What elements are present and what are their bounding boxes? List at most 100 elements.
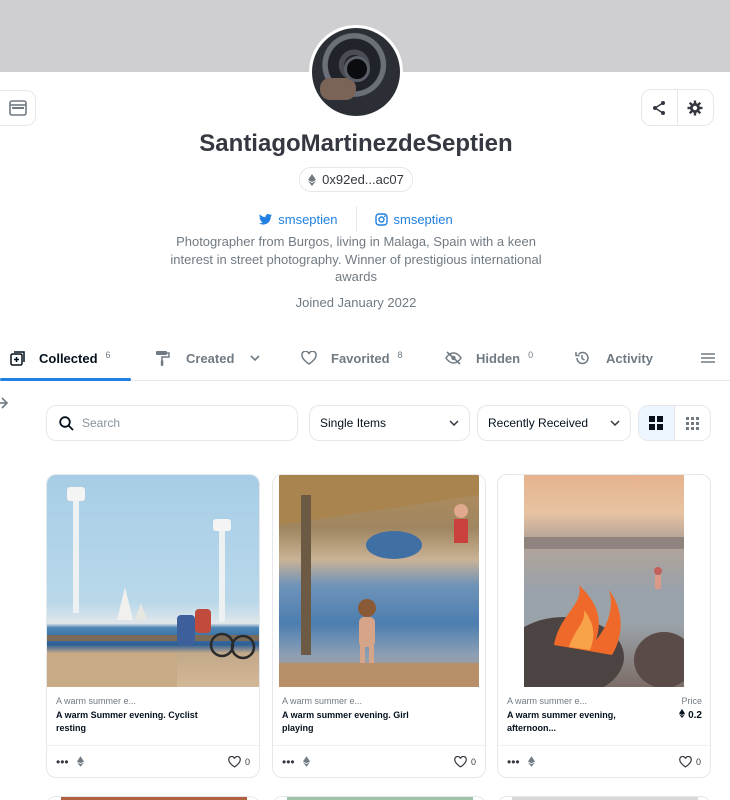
share-button[interactable] (642, 90, 678, 125)
more-options-icon[interactable]: ••• (56, 755, 69, 769)
nft-image (47, 475, 259, 687)
small-grid-button[interactable] (675, 406, 711, 440)
favorite-count: 0 (244, 756, 250, 767)
twitter-handle: smseptien (278, 211, 338, 227)
nft-card[interactable]: A warm summer e... A warm Summer evening… (46, 474, 260, 778)
profile-tabs: Collected 6 Created Favorited 8 Hidden 0… (0, 338, 730, 381)
ethereum-icon (308, 173, 317, 186)
search-box (46, 405, 298, 441)
tab-favorited[interactable]: Favorited 8 (301, 338, 403, 378)
ethereum-icon (76, 756, 84, 767)
price-value: 0.2 (679, 709, 702, 721)
card-footer: ••• 0 (47, 745, 259, 777)
nft-title: A warm Summer evening. Cyclist resting (56, 710, 198, 733)
card-footer: ••• 0 (273, 745, 485, 777)
instagram-link[interactable]: smseptien (357, 212, 471, 227)
arrow-right-icon (0, 397, 9, 409)
tab-hidden[interactable]: Hidden 0 (445, 338, 533, 378)
more-options-icon[interactable]: ••• (282, 755, 295, 769)
twitter-link[interactable]: smseptien (241, 212, 355, 227)
settings-button[interactable] (678, 90, 714, 125)
nft-card[interactable]: A warm summer e... A warm summer evening… (272, 474, 486, 778)
social-links: smseptien smseptien (0, 206, 712, 232)
nft-artwork-cyclists (47, 487, 259, 687)
active-tab-indicator (0, 378, 131, 381)
nft-meta: A warm summer e... A warm summer evening… (282, 696, 477, 735)
nft-meta: A warm summer e... A warm summer evening… (507, 696, 702, 735)
favorite-button[interactable]: 0 (454, 755, 476, 768)
window-icon (8, 100, 27, 116)
wallet-address: 0x92ed...ac07 (322, 172, 404, 187)
nft-card-partial[interactable] (272, 796, 486, 800)
tab-activity[interactable]: Activity (574, 338, 653, 378)
chevron-down-icon (610, 420, 620, 426)
wallet-address-button[interactable]: 0x92ed...ac07 (299, 167, 413, 192)
nft-artwork-fire-beach (524, 537, 684, 687)
tab-count: 8 (397, 350, 403, 360)
eye-off-icon (445, 351, 462, 365)
nft-card-partial[interactable] (46, 796, 260, 800)
avatar-hand-shape (320, 78, 356, 100)
tab-count: 6 (105, 350, 111, 360)
chevron-down-icon (250, 355, 260, 361)
sidebar-toggle-button[interactable] (0, 90, 36, 126)
nft-title: A warm summer evening, afternoon... (507, 710, 616, 733)
sort-value: Recently Received (488, 416, 589, 430)
share-icon (653, 100, 666, 115)
nft-image (279, 475, 479, 687)
joined-date: Joined January 2022 (295, 295, 417, 310)
heart-icon (454, 755, 467, 768)
collection-name: A warm summer e... (56, 696, 137, 706)
nft-artwork-girl-playing (279, 475, 479, 687)
tab-count: 0 (528, 350, 534, 360)
list-icon (701, 353, 715, 363)
profile-avatar[interactable] (309, 25, 403, 119)
profile-actions (641, 89, 714, 126)
price-box: Price 0.2 (679, 696, 702, 721)
sort-select[interactable]: Recently Received (477, 405, 631, 441)
nft-image (524, 475, 684, 687)
ethereum-icon (302, 756, 310, 767)
price-amount: 0.2 (688, 710, 702, 721)
grid-large-icon (649, 416, 664, 430)
view-toggle (638, 405, 711, 441)
tab-collected[interactable]: Collected 6 (10, 338, 111, 378)
tab-label: Collected (39, 350, 98, 366)
nft-card[interactable]: A warm summer e... A warm summer evening… (497, 474, 711, 778)
collection-add-icon (10, 350, 25, 366)
avatar-camera-lens (344, 56, 370, 82)
twitter-icon (259, 213, 273, 225)
favorite-button[interactable]: 0 (228, 755, 250, 768)
card-footer: ••• 0 (498, 745, 710, 777)
search-icon (59, 415, 74, 431)
instagram-handle: smseptien (393, 211, 453, 227)
favorite-count: 0 (695, 756, 701, 767)
history-icon (575, 351, 589, 365)
tab-label: Created (186, 350, 235, 366)
instagram-icon (374, 212, 388, 226)
profile-name: SantiagoMartinezdeSeptien (199, 130, 513, 157)
ethereum-icon (527, 756, 535, 767)
expand-filters-button[interactable] (0, 396, 9, 415)
paint-roller-icon (156, 350, 170, 366)
nft-meta: A warm summer e... A warm Summer evening… (56, 696, 251, 735)
grid-small-icon (685, 416, 699, 430)
tab-label: Hidden (476, 350, 521, 366)
favorite-count: 0 (470, 756, 476, 767)
search-input[interactable] (82, 416, 282, 430)
more-options-icon[interactable]: ••• (507, 755, 520, 769)
tab-created[interactable]: Created (156, 338, 260, 378)
favorite-button[interactable]: 0 (679, 755, 701, 768)
tab-label: Favorited (331, 350, 390, 366)
ethereum-icon (679, 709, 686, 718)
tab-label: Activity (606, 350, 653, 366)
items-type-select[interactable]: Single Items (309, 405, 470, 441)
chevron-down-icon (449, 420, 459, 426)
tab-more[interactable] (701, 338, 715, 378)
gear-icon (687, 100, 703, 115)
price-label: Price (681, 696, 702, 706)
items-type-value: Single Items (320, 416, 387, 430)
profile-bio: Photographer from Burgos, living in Mala… (170, 234, 542, 284)
large-grid-button[interactable] (639, 406, 675, 440)
nft-card-partial[interactable] (497, 796, 711, 800)
